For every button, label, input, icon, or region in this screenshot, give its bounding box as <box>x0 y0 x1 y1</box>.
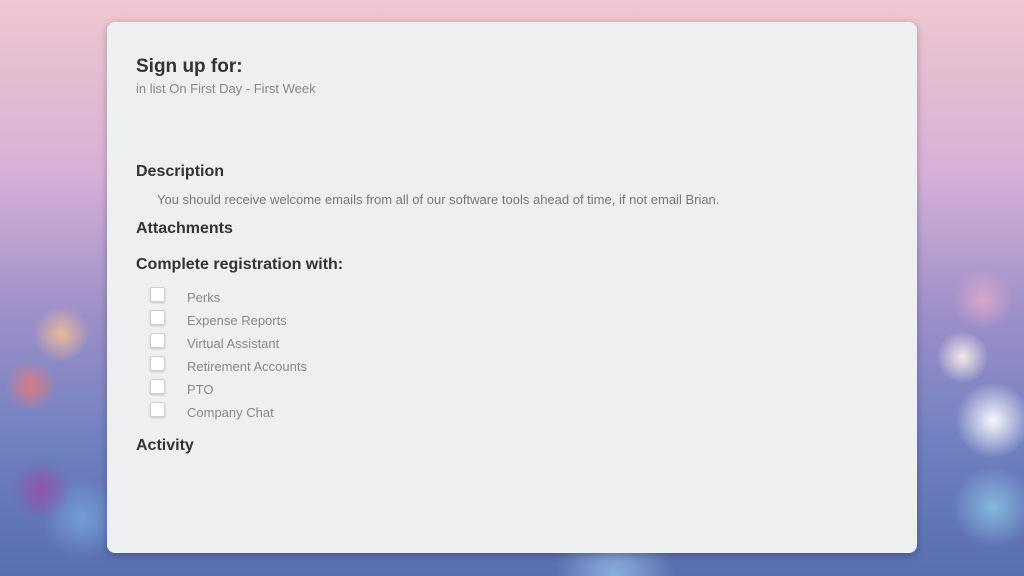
checkbox[interactable] <box>150 333 165 348</box>
checklist-item-label: Expense Reports <box>187 313 287 328</box>
description-heading: Description <box>136 163 225 180</box>
registration-checklist: Perks Expense Reports Virtual Assistant … <box>150 285 450 423</box>
card-title: Sign up for: <box>136 56 243 77</box>
attachments-heading: Attachments <box>136 220 233 237</box>
description-text: You should receive welcome emails from a… <box>157 192 720 207</box>
activity-heading: Activity <box>136 437 194 454</box>
registration-heading: Complete registration with: <box>136 256 344 273</box>
checkbox[interactable] <box>150 356 165 371</box>
checkbox[interactable] <box>150 379 165 394</box>
checklist-item-label: Perks <box>187 290 221 305</box>
checkbox[interactable] <box>150 402 165 417</box>
checklist-item-expense-reports[interactable]: Expense Reports <box>150 308 450 331</box>
task-detail-card: Sign up for: in list On First Day - Firs… <box>107 22 917 553</box>
checklist-item-pto[interactable]: PTO <box>150 377 450 400</box>
checklist-item-perks[interactable]: Perks <box>150 285 450 308</box>
checkbox[interactable] <box>150 310 165 325</box>
checkbox[interactable] <box>150 287 165 302</box>
checklist-item-retirement-accounts[interactable]: Retirement Accounts <box>150 354 450 377</box>
checklist-item-label: Virtual Assistant <box>187 336 280 351</box>
checklist-item-company-chat[interactable]: Company Chat <box>150 400 450 423</box>
checklist-item-label: PTO <box>187 382 214 397</box>
list-subtitle: in list On First Day - First Week <box>136 81 316 96</box>
checklist-item-virtual-assistant[interactable]: Virtual Assistant <box>150 331 450 354</box>
checklist-item-label: Company Chat <box>187 405 274 420</box>
checklist-item-label: Retirement Accounts <box>187 359 307 374</box>
